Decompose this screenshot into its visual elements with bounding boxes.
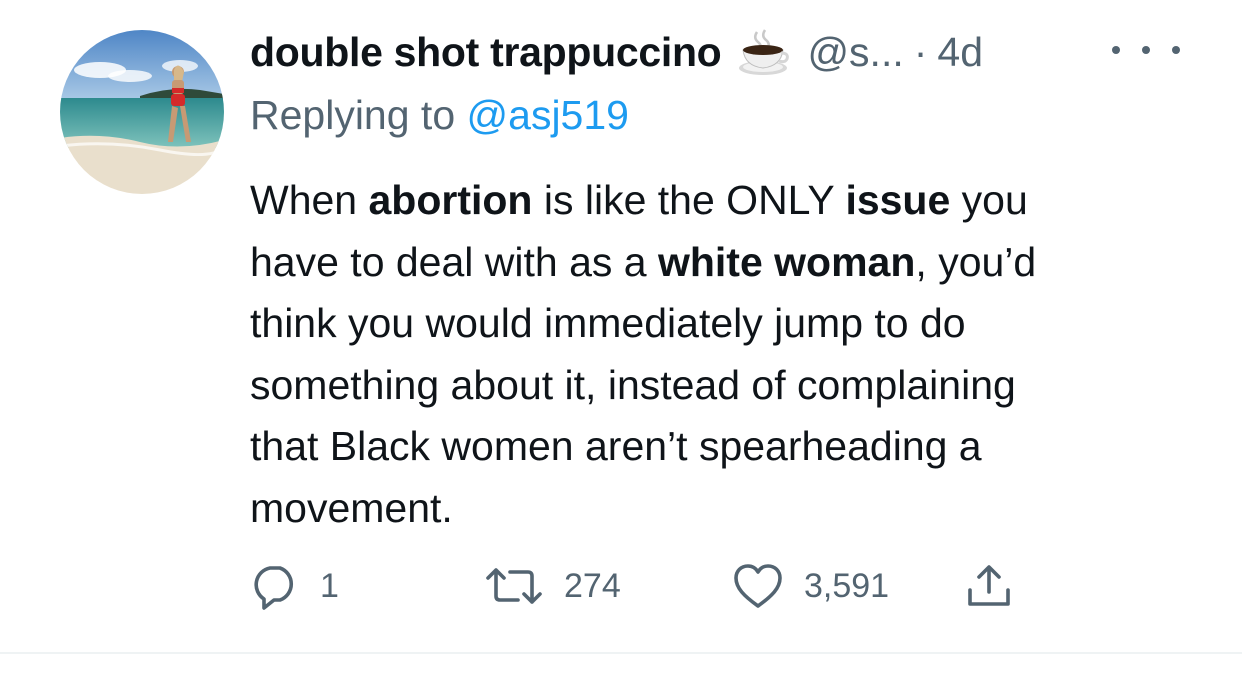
tweet-text-segment: , you’d: [915, 238, 1037, 285]
tweet-timestamp[interactable]: 4d: [937, 29, 983, 76]
retweet-count: 274: [564, 566, 621, 605]
retweet-button[interactable]: 274: [484, 560, 621, 612]
more-options-icon-dot: [1142, 46, 1150, 54]
tweet-text: When abortion is like the ONLY issue you…: [250, 170, 1210, 539]
coffee-cup-emoji: [737, 28, 790, 76]
replying-to: Replying to @asj519: [250, 92, 629, 139]
tweet-text-bold-segment: issue: [845, 177, 951, 223]
retweet-icon: [486, 568, 542, 604]
tweet-text-segment: have to deal with as a: [250, 238, 658, 285]
more-options-button[interactable]: [1112, 38, 1180, 62]
tweet-text-line: that Black women aren’t spearheading a: [250, 416, 1210, 478]
tweet-text-segment: something about it, instead of complaini…: [250, 361, 1016, 408]
replying-to-label: Replying to: [250, 92, 467, 138]
share-button[interactable]: [964, 560, 1014, 612]
tweet-text-line: When abortion is like the ONLY issue you: [250, 170, 1210, 232]
tweet-text-segment: movement.: [250, 484, 453, 531]
tweet-text-line: movement.: [250, 478, 1210, 540]
reply-mention-link[interactable]: @asj519: [467, 92, 629, 138]
tweet-divider: [0, 652, 1242, 654]
tweet-text-bold-segment: white woman: [657, 238, 916, 285]
tweet-text-line: have to deal with as a white woman, you’…: [250, 232, 1210, 294]
reply-icon: [254, 566, 293, 610]
tweet-text-line: think you would immediately jump to do: [250, 293, 1210, 355]
share-icon: [968, 565, 1010, 606]
reply-button[interactable]: 1: [250, 560, 339, 612]
avatar-beach-photo: [60, 30, 224, 194]
reply-count: 1: [320, 566, 339, 605]
author-handle[interactable]: @s...: [807, 29, 903, 76]
tweet-header: double shot trappuccino @s... · 4d: [250, 24, 1210, 80]
heart-icon: [734, 564, 782, 608]
tweet-actions: 1 274 3,591: [250, 560, 1150, 612]
tweet-text-bold-segment: abortion: [368, 177, 533, 223]
tweet-text-segment: you: [950, 177, 1028, 223]
tweet-text-segment: that Black women aren’t spearheading a: [250, 423, 982, 469]
like-count: 3,591: [804, 566, 890, 605]
tweet-card[interactable]: double shot trappuccino @s... · 4d Reply…: [0, 0, 1242, 652]
display-name[interactable]: double shot trappuccino: [250, 29, 722, 76]
tweet-text-line: something about it, instead of complaini…: [250, 355, 1210, 417]
more-options-icon-dot: [1172, 46, 1180, 54]
like-button[interactable]: 3,591: [732, 560, 889, 612]
more-options-icon: [1112, 46, 1120, 54]
header-separator: ·: [913, 28, 928, 75]
tweet-text-segment: When: [250, 177, 369, 223]
tweet-text-segment: think you would immediately jump to do: [250, 300, 966, 346]
tweet-text-segment: is like the ONLY: [532, 177, 846, 223]
avatar[interactable]: [60, 30, 224, 194]
